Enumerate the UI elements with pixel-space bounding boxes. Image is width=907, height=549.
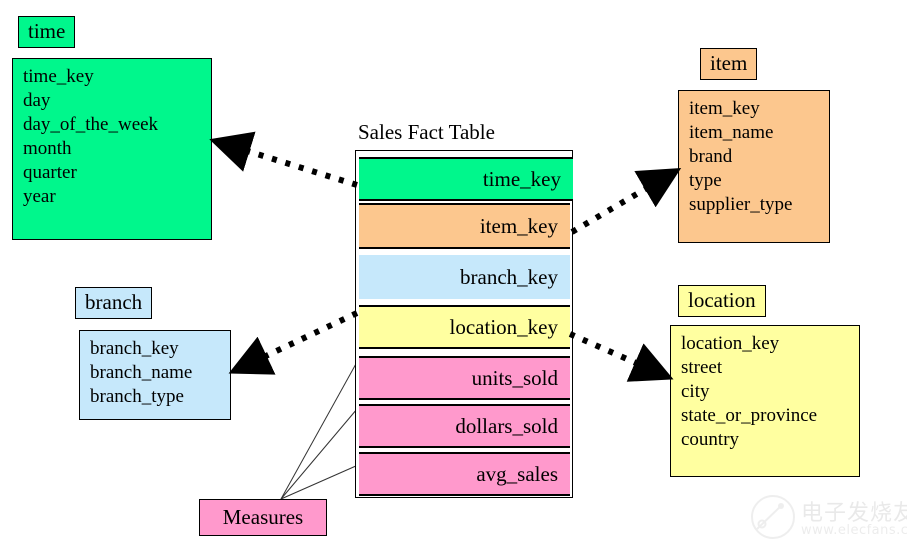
field-time-3: month <box>23 138 72 159</box>
field-location-4: country <box>681 429 740 450</box>
field-location-2: city <box>681 381 710 402</box>
star-schema-diagram: time time_key day day_of_the_week month … <box>0 0 907 549</box>
field-location-0: location_key <box>681 333 780 354</box>
field-location-3: state_or_province <box>681 405 818 426</box>
fact-row-units-sold: units_sold <box>359 356 570 400</box>
dimension-body-branch: branch_key branch_name branch_type <box>79 330 231 420</box>
dimension-body-location: location_key street city state_or_provin… <box>670 325 860 477</box>
fact-row-time-key: time_key <box>359 157 573 201</box>
fact-table-label: Sales Fact Table <box>358 120 495 144</box>
fact-row-label-location-key: location_key <box>449 314 558 339</box>
field-branch-2: branch_type <box>90 386 184 407</box>
field-item-2: brand <box>689 146 733 167</box>
field-branch-0: branch_key <box>90 338 179 359</box>
fact-row-location-key: location_key <box>359 305 570 349</box>
fact-row-label-dollars-sold: dollars_sold <box>455 413 558 438</box>
relationship-branch <box>228 310 359 375</box>
field-item-0: item_key <box>689 98 760 119</box>
field-time-0: time_key <box>23 66 94 87</box>
watermark-logo-icon <box>751 495 795 539</box>
watermark-url: www.elecfans.com <box>801 523 907 538</box>
fact-row-label-time-key: time_key <box>482 166 561 191</box>
field-time-5: year <box>23 186 56 207</box>
field-item-4: supplier_type <box>689 194 793 215</box>
field-location-1: street <box>681 357 723 378</box>
fact-row-label-units-sold: units_sold <box>471 365 558 390</box>
relationship-time <box>209 131 358 188</box>
dimension-title-branch: branch <box>85 290 143 314</box>
relationship-item <box>570 167 682 235</box>
field-time-4: quarter <box>23 162 77 183</box>
dimension-title-time: time <box>28 19 66 43</box>
dimension-title-location: location <box>688 288 756 312</box>
field-branch-1: branch_name <box>90 362 193 383</box>
dimension-tab-location: location <box>678 285 766 317</box>
fact-row-item-key: item_key <box>359 203 570 249</box>
fact-row-dollars-sold: dollars_sold <box>359 404 570 448</box>
relationship-location <box>568 331 674 382</box>
fact-row-label-branch-key: branch_key <box>460 264 558 289</box>
fact-row-branch-key: branch_key <box>359 255 570 299</box>
fact-row-label-avg-sales: avg_sales <box>476 461 558 486</box>
fact-row-avg-sales: avg_sales <box>359 452 570 496</box>
watermark: 电子发烧友 www.elecfans.com <box>749 493 907 545</box>
fact-row-label-item-key: item_key <box>479 213 558 238</box>
dimension-title-item: item <box>710 51 748 75</box>
dimension-tab-item: item <box>700 48 758 80</box>
measures-box: Measures <box>199 499 327 536</box>
measures-label: Measures <box>222 505 304 529</box>
field-time-1: day <box>23 90 51 111</box>
dimension-body-item: item_key item_name brand type supplier_t… <box>678 90 830 243</box>
dimension-tab-time: time <box>18 16 76 48</box>
dimension-tab-branch: branch <box>75 287 153 319</box>
field-item-3: type <box>689 170 722 191</box>
field-item-1: item_name <box>689 122 774 143</box>
field-time-2: day_of_the_week <box>23 114 159 135</box>
dimension-body-time: time_key day day_of_the_week month quart… <box>12 58 212 240</box>
